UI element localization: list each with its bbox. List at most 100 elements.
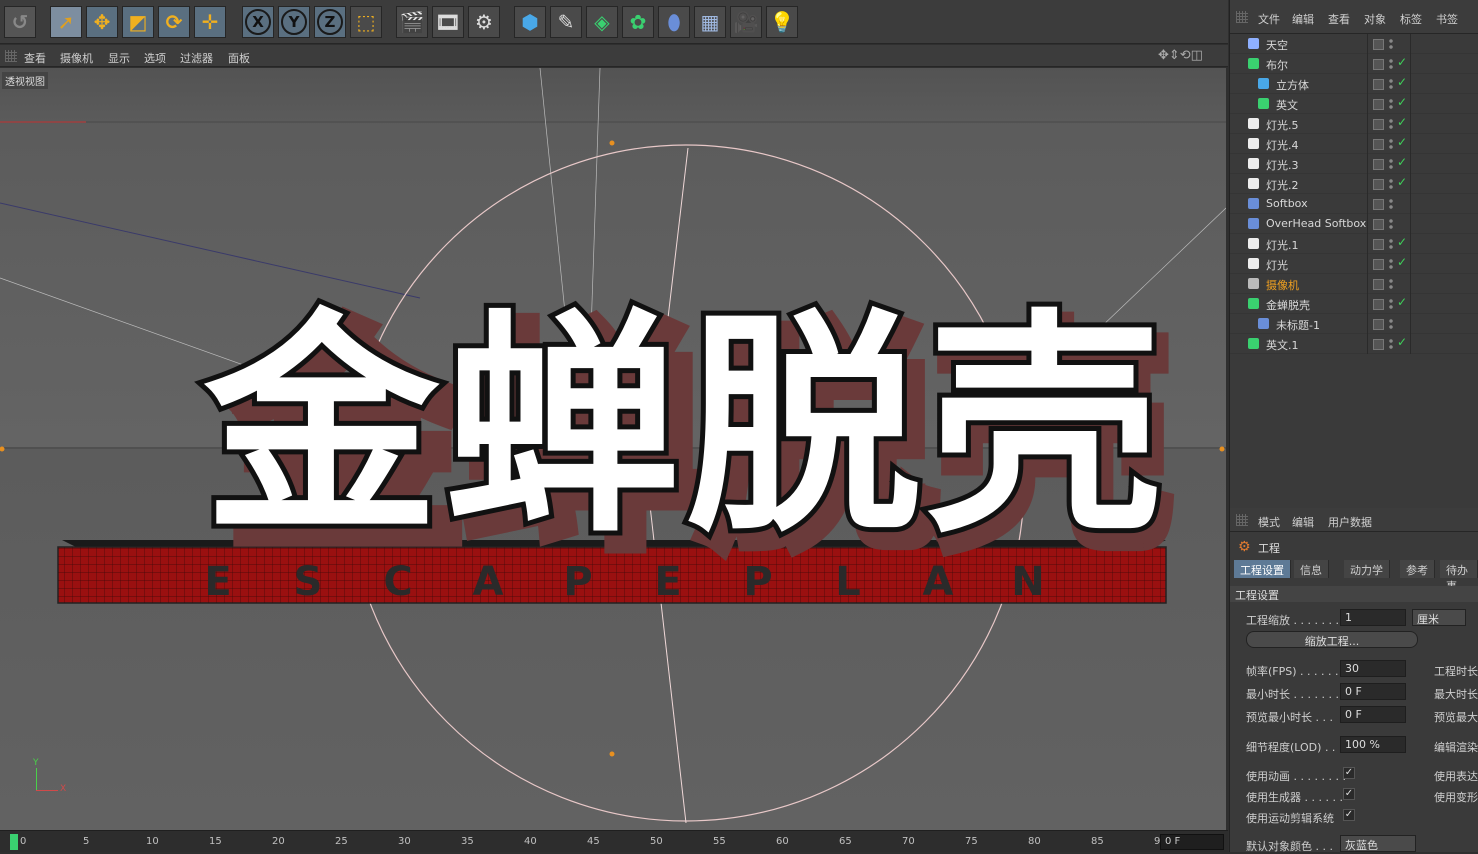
undo-icon[interactable]: ↺ <box>4 6 36 38</box>
min-time-field[interactable]: 0 F <box>1340 683 1406 700</box>
lod-field[interactable]: 100 % <box>1340 736 1406 753</box>
editor-render-dots-icon[interactable] <box>1389 158 1393 170</box>
layer-visibility-icon[interactable] <box>1373 99 1384 110</box>
editor-render-dots-icon[interactable] <box>1389 238 1393 250</box>
move-tool-icon[interactable]: ✥ <box>86 6 118 38</box>
editor-render-dots-icon[interactable] <box>1389 198 1393 210</box>
current-frame-field[interactable]: 0 F <box>1160 834 1224 850</box>
object-row[interactable]: 天空 <box>1230 34 1478 54</box>
enabled-check-icon[interactable]: ✓ <box>1397 175 1407 189</box>
viewport-nav-icons[interactable]: ✥⇕⟲◫ <box>1158 48 1203 63</box>
menu-bookmarks[interactable]: 书签 <box>1436 11 1458 27</box>
editor-render-dots-icon[interactable] <box>1389 338 1393 350</box>
editor-render-dots-icon[interactable] <box>1389 178 1393 190</box>
menu-edit[interactable]: 编辑 <box>1292 514 1314 530</box>
layer-visibility-icon[interactable] <box>1373 59 1384 70</box>
cloner-icon[interactable]: ✿ <box>622 6 654 38</box>
enabled-check-icon[interactable]: ✓ <box>1397 335 1407 349</box>
perspective-viewport[interactable]: 透视视图 金蝉脱壳 金蝉脱壳 ESCAPEPLAN Y X <box>0 68 1226 830</box>
layer-visibility-icon[interactable] <box>1373 79 1384 90</box>
enabled-check-icon[interactable]: ✓ <box>1397 55 1407 69</box>
render-picture-icon[interactable]: 🎞 <box>432 6 464 38</box>
editor-render-dots-icon[interactable] <box>1389 58 1393 70</box>
enabled-check-icon[interactable]: ✓ <box>1397 115 1407 129</box>
preview-min-field[interactable]: 0 F <box>1340 706 1406 723</box>
z-axis-button[interactable]: Z <box>314 6 346 38</box>
editor-render-dots-icon[interactable] <box>1389 98 1393 110</box>
editor-render-dots-icon[interactable] <box>1389 38 1393 50</box>
menu-options[interactable]: 选项 <box>144 50 166 66</box>
editor-render-dots-icon[interactable] <box>1389 138 1393 150</box>
subdivision-icon[interactable]: ◈ <box>586 6 618 38</box>
menu-camera[interactable]: 摄像机 <box>60 50 93 66</box>
tab-dynamics[interactable]: 动力学 <box>1344 560 1390 578</box>
editor-render-dots-icon[interactable] <box>1389 218 1393 230</box>
menu-file[interactable]: 文件 <box>1258 11 1280 27</box>
select-tool-icon[interactable]: ➚ <box>50 6 82 38</box>
use-animation-checkbox[interactable]: ✓ <box>1343 767 1355 779</box>
object-row[interactable]: 灯光.4 ✓ <box>1230 134 1478 154</box>
layer-visibility-icon[interactable] <box>1373 199 1384 210</box>
layer-visibility-icon[interactable] <box>1373 139 1384 150</box>
enabled-check-icon[interactable]: ✓ <box>1397 95 1407 109</box>
editor-render-dots-icon[interactable] <box>1389 78 1393 90</box>
deformer-icon[interactable]: ⬮ <box>658 6 690 38</box>
object-row[interactable]: 金蝉脱壳 ✓ <box>1230 294 1478 314</box>
menu-edit[interactable]: 编辑 <box>1292 11 1314 27</box>
menu-display[interactable]: 显示 <box>108 50 130 66</box>
use-motion-checkbox[interactable]: ✓ <box>1343 809 1355 821</box>
layer-visibility-icon[interactable] <box>1373 259 1384 270</box>
object-row[interactable]: 未标题-1 <box>1230 314 1478 334</box>
cube-icon[interactable]: ⬢ <box>514 6 546 38</box>
menu-user-data[interactable]: 用户数据 <box>1328 514 1372 530</box>
object-row[interactable]: Softbox <box>1230 194 1478 214</box>
layer-visibility-icon[interactable] <box>1373 39 1384 50</box>
render-settings-icon[interactable]: ⚙ <box>468 6 500 38</box>
object-row[interactable]: 灯光 ✓ <box>1230 254 1478 274</box>
layer-visibility-icon[interactable] <box>1373 299 1384 310</box>
layer-visibility-icon[interactable] <box>1373 159 1384 170</box>
tab-todo[interactable]: 待办事 <box>1440 560 1478 593</box>
floor-icon[interactable]: ▦ <box>694 6 726 38</box>
menu-view[interactable]: 查看 <box>1328 11 1350 27</box>
object-row[interactable]: 灯光.3 ✓ <box>1230 154 1478 174</box>
layer-visibility-icon[interactable] <box>1373 179 1384 190</box>
spline-pen-icon[interactable]: ✎ <box>550 6 582 38</box>
enabled-check-icon[interactable]: ✓ <box>1397 235 1407 249</box>
layer-visibility-icon[interactable] <box>1373 339 1384 350</box>
rotate-tool-icon[interactable]: ⟳ <box>158 6 190 38</box>
editor-render-dots-icon[interactable] <box>1389 258 1393 270</box>
object-row[interactable]: 摄像机 <box>1230 274 1478 294</box>
fps-field[interactable]: 30 <box>1340 660 1406 677</box>
y-axis-button[interactable]: Y <box>278 6 310 38</box>
default-color-dropdown[interactable]: 灰蓝色 <box>1340 835 1416 852</box>
enabled-check-icon[interactable]: ✓ <box>1397 135 1407 149</box>
enabled-check-icon[interactable]: ✓ <box>1397 155 1407 169</box>
menu-tags[interactable]: 标签 <box>1400 11 1422 27</box>
editor-render-dots-icon[interactable] <box>1389 278 1393 290</box>
enabled-check-icon[interactable]: ✓ <box>1397 75 1407 89</box>
object-row[interactable]: 布尔 ✓ <box>1230 54 1478 74</box>
tab-reference[interactable]: 参考 <box>1400 560 1435 578</box>
menu-panel[interactable]: 面板 <box>228 50 250 66</box>
layer-visibility-icon[interactable] <box>1373 239 1384 250</box>
tab-info[interactable]: 信息 <box>1294 560 1329 578</box>
layer-visibility-icon[interactable] <box>1373 119 1384 130</box>
object-row[interactable]: OverHead Softbox <box>1230 214 1478 234</box>
editor-render-dots-icon[interactable] <box>1389 298 1393 310</box>
menu-filter[interactable]: 过滤器 <box>180 50 213 66</box>
object-row[interactable]: 灯光.2 ✓ <box>1230 174 1478 194</box>
project-scale-field[interactable]: 1 <box>1340 609 1406 626</box>
scale-tool-icon[interactable]: ◩ <box>122 6 154 38</box>
render-view-icon[interactable]: 🎬 <box>396 6 428 38</box>
timeline-playhead[interactable] <box>10 834 18 850</box>
editor-render-dots-icon[interactable] <box>1389 318 1393 330</box>
scale-unit-dropdown[interactable]: 厘米 <box>1412 609 1466 626</box>
use-generator-checkbox[interactable]: ✓ <box>1343 788 1355 800</box>
x-axis-button[interactable]: X <box>242 6 274 38</box>
tab-project-settings[interactable]: 工程设置 <box>1234 560 1291 578</box>
layer-visibility-icon[interactable] <box>1373 279 1384 290</box>
menu-objects[interactable]: 对象 <box>1364 11 1386 27</box>
light-icon[interactable]: 💡 <box>766 6 798 38</box>
camera-icon[interactable]: 🎥 <box>730 6 762 38</box>
